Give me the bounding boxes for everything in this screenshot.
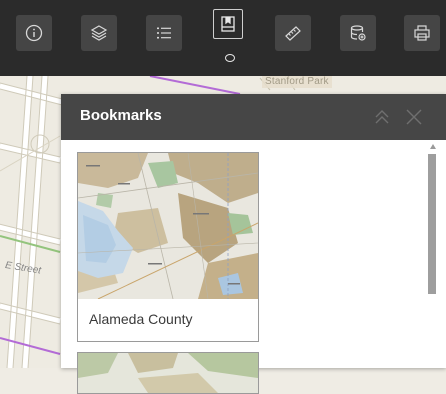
- bookmark-card[interactable]: [77, 352, 259, 394]
- panel-body: Alameda County: [61, 140, 446, 394]
- bookmarks-button[interactable]: [210, 6, 246, 42]
- layers-icon: [90, 25, 108, 41]
- park-label: Stanford Park: [262, 76, 332, 88]
- print-icon: [414, 25, 430, 41]
- info-button[interactable]: [16, 15, 52, 51]
- legend-icon: [157, 27, 171, 39]
- legend-button[interactable]: [146, 15, 182, 51]
- info-icon: [25, 24, 43, 42]
- database-icon: [350, 25, 366, 41]
- close-icon[interactable]: [403, 106, 425, 128]
- toolbar: [0, 0, 446, 76]
- print-button[interactable]: [404, 15, 440, 51]
- add-data-button[interactable]: [340, 15, 376, 51]
- measure-icon: [285, 26, 301, 41]
- panel-title: Bookmarks: [80, 107, 162, 124]
- bookmark-thumbnail: [78, 353, 258, 393]
- layers-button[interactable]: [81, 15, 117, 51]
- active-tool-indicator: [225, 54, 235, 62]
- panel-scrollbar[interactable]: [425, 140, 446, 368]
- collapse-chevron-up-icon[interactable]: [371, 106, 393, 128]
- bookmark-card[interactable]: Alameda County: [77, 152, 259, 342]
- bookmark-icon: [221, 16, 235, 32]
- bookmark-thumbnail: [78, 153, 258, 299]
- panel-header: Bookmarks: [61, 94, 446, 140]
- measure-button[interactable]: [275, 15, 311, 51]
- bookmarks-button-frame: [213, 9, 243, 39]
- bookmark-label: Alameda County: [89, 311, 193, 327]
- bookmarks-panel: Bookmarks Alameda County: [61, 94, 446, 394]
- scroll-up-arrow-icon[interactable]: [430, 144, 436, 149]
- scroll-thumb[interactable]: [428, 154, 436, 294]
